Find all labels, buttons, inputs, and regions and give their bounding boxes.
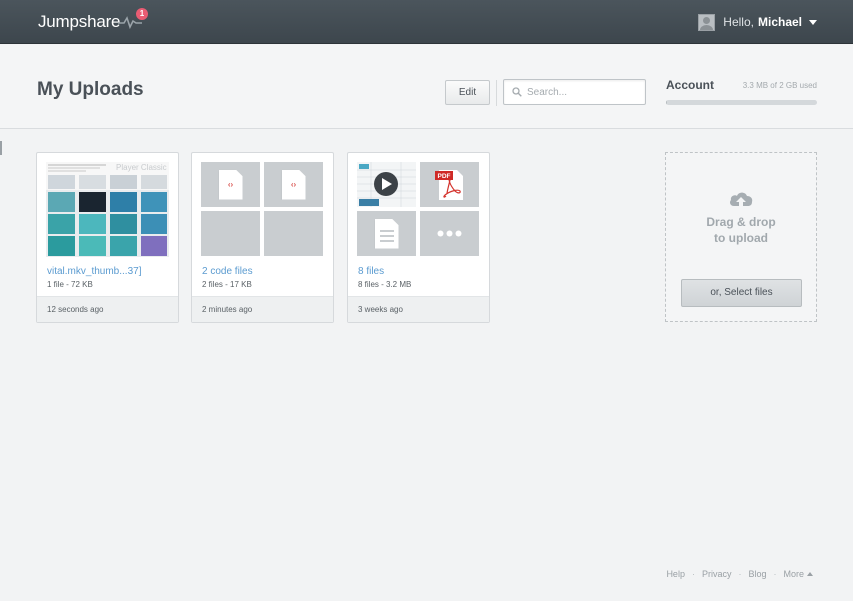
- file-thumbnails: PDF: [357, 162, 480, 257]
- separator: ·: [738, 569, 742, 579]
- thumbnail-tile: [420, 211, 479, 256]
- cloud-upload-icon: [730, 192, 753, 206]
- card-title[interactable]: vital.mkv_thumb...37]: [47, 266, 141, 277]
- card-meta: 2 files - 17 KB: [202, 280, 252, 289]
- notification-badge[interactable]: 1: [136, 8, 148, 20]
- account-link[interactable]: Account: [666, 78, 714, 92]
- uploads-header: My Uploads Edit Account 3.3 MB of 2 GB u…: [0, 45, 853, 129]
- search-box[interactable]: [503, 79, 646, 105]
- user-menu[interactable]: Hello, Michael: [698, 13, 817, 31]
- document-icon: [374, 218, 399, 249]
- upload-dropzone[interactable]: Drag & drop to upload or, Select files: [665, 152, 817, 322]
- upload-card[interactable]: ‹› ‹› 2 code files 2 files - 17 KB 2 min…: [191, 152, 334, 323]
- help-link[interactable]: Help: [666, 569, 685, 579]
- video-thumbnail: [357, 162, 416, 207]
- card-timestamp: 2 minutes ago: [192, 296, 333, 322]
- thumbnail-caption: Player Classic: [116, 163, 167, 172]
- separator: ·: [773, 569, 777, 579]
- separator: ·: [691, 569, 695, 579]
- search-icon: [512, 87, 522, 97]
- privacy-link[interactable]: Privacy: [702, 569, 732, 579]
- chevron-down-icon: [809, 19, 817, 25]
- footer-links: Help · Privacy · Blog · More: [666, 569, 813, 579]
- top-nav-bar: Jumpshare 1 Hello, Michael: [0, 0, 853, 44]
- card-timestamp: 3 weeks ago: [348, 296, 489, 322]
- greeting-text: Hello,: [723, 15, 754, 29]
- jumpshare-logo[interactable]: Jumpshare: [38, 12, 120, 32]
- storage-usage-bar: [666, 100, 817, 105]
- more-icon: [437, 230, 462, 237]
- code-file-icon: ‹›: [281, 169, 306, 200]
- more-link[interactable]: More: [783, 569, 804, 579]
- thumbnail-tile: [264, 211, 323, 256]
- file-thumbnails: ‹› ‹›: [201, 162, 324, 257]
- thumbnail-tile: [201, 211, 260, 256]
- code-file-icon: ‹›: [218, 169, 243, 200]
- edit-button[interactable]: Edit: [445, 80, 490, 105]
- thumbnail-tile: ‹›: [201, 162, 260, 207]
- card-title[interactable]: 2 code files: [202, 266, 253, 277]
- chevron-up-icon: [807, 572, 813, 576]
- card-title[interactable]: 8 files: [358, 266, 384, 277]
- upload-card[interactable]: PDF 8 files 8 files - 3.2 MB 3 weeks ago: [347, 152, 490, 323]
- search-input[interactable]: [527, 84, 639, 100]
- storage-usage-text: 3.3 MB of 2 GB used: [742, 81, 817, 90]
- page-title: My Uploads: [37, 79, 144, 100]
- card-timestamp: 12 seconds ago: [37, 296, 178, 322]
- thumbnail-tile: [357, 211, 416, 256]
- thumbnail-tile: PDF: [420, 162, 479, 207]
- blog-link[interactable]: Blog: [748, 569, 766, 579]
- thumbnail-tile: ‹›: [264, 162, 323, 207]
- divider: [496, 80, 497, 106]
- card-meta: 8 files - 3.2 MB: [358, 280, 412, 289]
- pdf-badge: PDF: [438, 173, 451, 180]
- edge-marker: [0, 141, 2, 155]
- pdf-file-icon: PDF: [435, 170, 463, 200]
- user-name: Michael: [757, 15, 802, 29]
- select-files-button[interactable]: or, Select files: [681, 279, 802, 307]
- card-meta: 1 file - 72 KB: [47, 280, 93, 289]
- upload-card[interactable]: Player Classic vital.mkv_thumb...37] 1 f…: [36, 152, 179, 323]
- dropzone-line-2: to upload: [714, 231, 768, 245]
- dropzone-line-1: Drag & drop: [706, 215, 776, 229]
- video-thumbnail: Player Classic: [46, 162, 169, 257]
- avatar: [698, 13, 716, 31]
- dropzone-text: Drag & drop to upload: [666, 214, 816, 246]
